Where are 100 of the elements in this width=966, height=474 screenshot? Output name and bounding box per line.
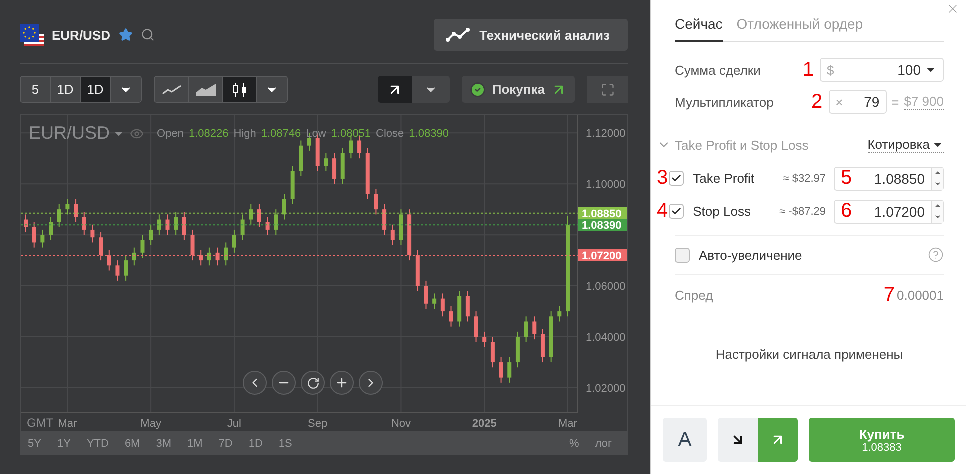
candlestick	[432, 293, 437, 310]
candlestick	[499, 356, 504, 384]
symbol-dropdown[interactable]: EUR/USD	[29, 123, 126, 144]
caret-up-icon	[934, 202, 942, 210]
period-button[interactable]: 7D	[210, 438, 241, 450]
candlestick	[49, 216, 54, 241]
candlestick	[266, 216, 270, 236]
increment-button[interactable]	[932, 200, 943, 212]
period-button[interactable]: 5Y	[28, 438, 50, 450]
timeframe-button[interactable]: 5	[21, 77, 51, 102]
candlestick	[449, 306, 454, 328]
callout-number: 4	[657, 200, 668, 223]
checkbox[interactable]	[675, 248, 690, 262]
candlestick	[366, 148, 370, 200]
caret-down-icon	[934, 180, 942, 188]
axis-label: Sep	[308, 418, 328, 430]
tab[interactable]: Отложенный ордер	[736, 14, 864, 42]
period-button[interactable]: 1Y	[49, 438, 79, 450]
dropdown-button[interactable]	[257, 77, 287, 102]
increment-button[interactable]	[932, 168, 943, 178]
candlestick	[299, 140, 304, 177]
candlestick	[66, 198, 70, 216]
candlestick	[390, 224, 395, 246]
period-button[interactable]: YTD	[78, 438, 117, 450]
profit-estimate: ≈ $32.97	[783, 172, 826, 184]
candlestick	[324, 153, 328, 172]
signal-button[interactable]: Покупка	[462, 76, 575, 103]
timeframe-button[interactable]: 1D	[81, 77, 111, 102]
axis-label: 1.12000	[586, 128, 626, 140]
checkbox[interactable]	[669, 204, 684, 219]
scale-option[interactable]: лог	[587, 438, 620, 450]
auto-trade-button[interactable]: A	[663, 418, 707, 462]
candlestick	[190, 229, 195, 262]
profit-estimate: ≈ -$87.29	[780, 206, 826, 218]
caret-up-icon	[934, 169, 942, 177]
check-icon	[671, 173, 682, 184]
period-button[interactable]: 1M	[180, 438, 211, 450]
ohlc-label: High	[234, 128, 256, 140]
buy-button[interactable]: Купить 1.08383	[809, 418, 955, 462]
zoom-in-button[interactable]	[330, 371, 354, 395]
amount-field[interactable]: $ 100	[820, 58, 944, 82]
equals-sign: =	[892, 94, 900, 110]
decrement-button[interactable]	[932, 178, 943, 190]
direction-button[interactable]	[718, 418, 758, 462]
axis-label: 1.10000	[586, 179, 626, 192]
period-button[interactable]: 1S	[270, 438, 300, 450]
axis-label: Mar	[58, 418, 78, 430]
period-button[interactable]: 6M	[116, 438, 148, 450]
period-button[interactable]: 3M	[148, 438, 180, 450]
candlestick	[140, 234, 145, 258]
timezone-label: GMT	[27, 416, 54, 430]
axis-label: Mar	[558, 418, 578, 430]
axis-label: 1.02000	[586, 383, 626, 396]
decrement-button[interactable]	[932, 212, 943, 222]
scroll-left-button[interactable]	[243, 371, 267, 395]
timeframe-button[interactable]: 1D	[51, 77, 81, 102]
flag-icon	[20, 24, 44, 46]
candlestick	[90, 224, 95, 244]
checkbox[interactable]	[669, 171, 684, 186]
candlestick	[257, 204, 262, 228]
candlestick	[32, 222, 36, 248]
ohlc-label: Low	[306, 128, 326, 140]
instrument-symbol: EUR/USD	[52, 28, 111, 42]
candlestick	[474, 311, 478, 343]
candlestick	[107, 250, 112, 272]
direction-button[interactable]	[378, 76, 412, 103]
candlestick	[157, 214, 162, 236]
chart-type-button[interactable]	[223, 77, 257, 102]
period-button[interactable]: 1D	[240, 438, 271, 450]
price-field[interactable]: 6 1.07200	[834, 200, 944, 224]
price-field[interactable]: 5 1.08850	[834, 166, 944, 190]
scroll-right-button[interactable]	[359, 371, 383, 395]
candlestick	[549, 311, 554, 364]
chart-type-button[interactable]	[155, 77, 189, 102]
tab[interactable]: Сейчас	[675, 14, 723, 42]
axis-label: 1.04000	[586, 332, 626, 344]
search-icon[interactable]	[140, 28, 155, 42]
candlestick	[399, 209, 404, 246]
scale-option[interactable]: %	[562, 438, 588, 450]
candlestick	[24, 214, 28, 234]
field-label: Сумма сделки	[675, 62, 761, 78]
candlestick	[508, 356, 512, 384]
technical-analysis-button[interactable]: Технический анализ	[434, 19, 628, 51]
candlestick	[490, 336, 495, 368]
candlestick	[282, 194, 286, 220]
candlestick	[274, 209, 278, 236]
candlestick	[440, 293, 445, 318]
candlestick-icon	[232, 82, 248, 98]
reset-button[interactable]	[301, 371, 325, 395]
candlestick	[166, 214, 170, 236]
mode-dropdown[interactable]: Котировка	[868, 137, 944, 153]
candlestick	[232, 229, 236, 254]
check-circle-icon	[470, 82, 486, 98]
multiplier-field[interactable]: × 79	[828, 90, 887, 114]
total-amount[interactable]: $7 900	[904, 94, 944, 110]
candlestick	[408, 209, 412, 262]
plus-icon	[335, 376, 349, 390]
favorite-star-icon[interactable]	[118, 28, 133, 42]
candlestick	[416, 250, 420, 292]
dropdown-button[interactable]	[111, 77, 141, 102]
